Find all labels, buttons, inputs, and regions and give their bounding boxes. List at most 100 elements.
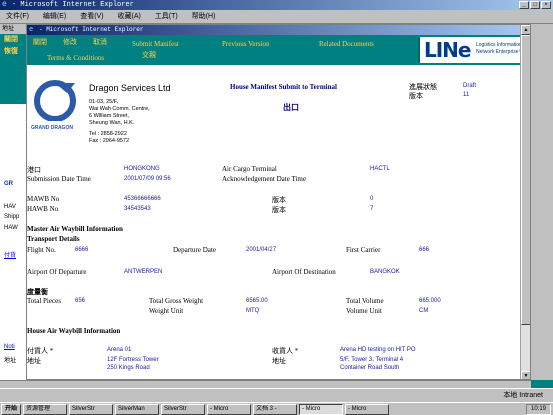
minimize-button[interactable]: _	[519, 1, 529, 9]
company-tel: Tel : 2858-2922	[89, 131, 127, 137]
consignee-address-line: Container Road South	[340, 365, 400, 371]
company-address-line: Wai Wah Comm. Centre,	[89, 106, 150, 112]
nav-previous-version[interactable]: Previous Version	[222, 40, 270, 48]
taskbar-item[interactable]: - Micro	[345, 403, 390, 415]
company-name: Dragon Services Ltd	[89, 83, 171, 93]
background-link-notify[interactable]: Noti	[4, 344, 15, 350]
grand-dragon-logo-icon	[34, 80, 76, 121]
taskbar: 开始 资源管理 SilverStr SilverMan SilverStr - …	[0, 402, 553, 415]
background-text-haw: HAW	[4, 225, 18, 231]
start-button[interactable]: 开始	[1, 403, 22, 415]
port-value: HONGKONG	[124, 166, 160, 172]
flight-label: Flight No.	[27, 246, 56, 254]
consignee-value: Arena HD testing on HIT PO	[340, 347, 416, 353]
menu-file[interactable]: 文件(F)	[0, 10, 35, 24]
submission-label: Submission Date Time	[27, 175, 91, 183]
nav-modify[interactable]: 修改	[63, 37, 77, 47]
taskbar-item[interactable]: SilverStr	[161, 403, 206, 415]
shipper-address-line: 12F Fortress Tower	[107, 357, 159, 363]
taskbar-item[interactable]: SilverStr	[69, 403, 114, 415]
hawb-version-value: 7	[370, 206, 374, 212]
background-text-shipp: Shipp	[4, 214, 20, 220]
volume-unit-value: CM	[419, 308, 429, 314]
consignee-address-label: 地址	[272, 357, 286, 365]
version-label: 版本	[409, 92, 423, 100]
gross-weight-value: 6565.00	[246, 298, 268, 304]
shipper-address-line: 250 Kings Road	[107, 365, 150, 371]
main-window-titlebar: e - Microsoft Internet Explorer _ □ ×	[0, 0, 553, 10]
total-volume-value: 665.000	[419, 298, 441, 304]
departure-date-label: Departure Date	[173, 246, 216, 254]
main-horizontal-scrollbar[interactable]	[0, 380, 531, 388]
background-logo-text: GR	[4, 181, 13, 187]
airport-destination-label: Airport Of Destination	[272, 268, 336, 276]
taskbar-item[interactable]: 文档 3 -	[253, 403, 298, 415]
nav-related-documents[interactable]: Related Documents	[319, 40, 374, 48]
port-label: 港口	[27, 166, 41, 174]
nav-submit-cn[interactable]: 交親	[142, 50, 156, 60]
company-address-line: Sheung Wan, H.K.	[89, 120, 135, 126]
taskbar-item[interactable]: 资源管理	[23, 403, 68, 415]
maximize-button[interactable]: □	[530, 1, 540, 9]
ie-icon: e	[2, 0, 7, 9]
main-window-right-edge	[531, 24, 553, 380]
scroll-down-icon[interactable]: ▼	[521, 371, 530, 379]
taskbar-item[interactable]: - Micro	[299, 403, 344, 415]
ack-label: Acknowledgement Date Time	[222, 175, 306, 183]
total-pieces-label: Total Pieces	[27, 297, 61, 305]
popup-window: e - Microsoft Internet Explorer 關閉 修改 取消…	[26, 24, 531, 380]
gross-weight-label: Total Gross Weight	[149, 297, 204, 305]
hawb-label: HAWB No	[27, 205, 59, 213]
company-address-line: 01-03, 25/F,	[89, 99, 119, 105]
departure-date-value: 2001/04/27	[246, 247, 277, 253]
menu-edit[interactable]: 编辑(E)	[37, 10, 72, 24]
company-address-line: 6 William Street,	[89, 113, 130, 119]
menu-tools[interactable]: 工具(T)	[149, 10, 184, 24]
address-label: 地址	[0, 24, 26, 34]
scroll-thumb[interactable]	[521, 35, 530, 325]
popup-titlebar: e - Microsoft Internet Explorer	[27, 25, 530, 35]
close-button[interactable]: ×	[541, 1, 551, 9]
hawb-version-label: 版本	[272, 206, 286, 214]
terminal-value: HACTL	[370, 166, 390, 172]
status-value: Draft	[463, 83, 477, 89]
taskbar-item[interactable]: - Micro	[207, 403, 252, 415]
shipper-label: 付貨人 *	[27, 347, 54, 355]
mawb-version-label: 版本	[272, 196, 286, 204]
background-page: 地址 關閉 恢復 GR HAV Shipp HAW 付貨 Noti 地址	[0, 24, 26, 380]
airport-departure-label: Airport Of Departure	[27, 268, 87, 276]
total-pieces-value: 656	[75, 298, 86, 304]
scroll-up-icon[interactable]: ▲	[521, 25, 530, 35]
company-fax: Fax : 2964-9572	[89, 138, 130, 144]
background-nav-restore[interactable]: 恢復	[0, 46, 26, 58]
shipper-address-label: 地址	[27, 357, 41, 365]
mawb-label: MAWB No	[27, 195, 60, 203]
menu-help[interactable]: 帮助(H)	[186, 10, 222, 24]
menu-view[interactable]: 查看(V)	[74, 10, 109, 24]
manifest-content: GRAND DRAGON Dragon Services Ltd 01-03, …	[27, 65, 530, 371]
consignee-label: 收貨人 *	[272, 347, 299, 355]
mawb-version-value: 0	[370, 196, 374, 202]
measure-heading: 度量衡	[27, 288, 48, 296]
mawb-value: 45366666666	[124, 196, 161, 202]
flight-value: 6666	[75, 247, 89, 253]
nav-terms[interactable]: Terms & Conditions	[47, 54, 104, 62]
background-nav-close[interactable]: 關閉	[0, 34, 26, 46]
background-link-shipper[interactable]: 付貨	[4, 250, 16, 259]
shipper-value: Arena 01	[107, 347, 132, 353]
menu-favorites[interactable]: 收藏(A)	[112, 10, 147, 24]
nav-submit-manifest[interactable]: Submit Manifest	[132, 40, 179, 48]
background-nav: 關閉 恢復	[0, 34, 26, 104]
nav-close[interactable]: 關閉	[33, 37, 47, 47]
popup-title: - Microsoft Internet Explorer	[39, 26, 144, 33]
house-heading: House Air Waybill Information	[27, 327, 121, 335]
taskbar-item[interactable]: SilverMan	[115, 403, 160, 415]
nav-cancel[interactable]: 取消	[93, 37, 107, 47]
consignee-address-line: 5/F, Tower 3, Terminal 4	[340, 357, 404, 363]
first-carrier-label: First Carrier	[346, 246, 381, 254]
volume-unit-label: Volume Unit	[346, 307, 382, 315]
status-bar: 本地 Intranet	[0, 388, 553, 402]
airport-departure-value: ANTWERPEN	[124, 269, 163, 275]
terminal-label: Air Cargo Terminal	[222, 165, 277, 173]
popup-vertical-scrollbar[interactable]: ▲ ▼	[520, 25, 530, 379]
